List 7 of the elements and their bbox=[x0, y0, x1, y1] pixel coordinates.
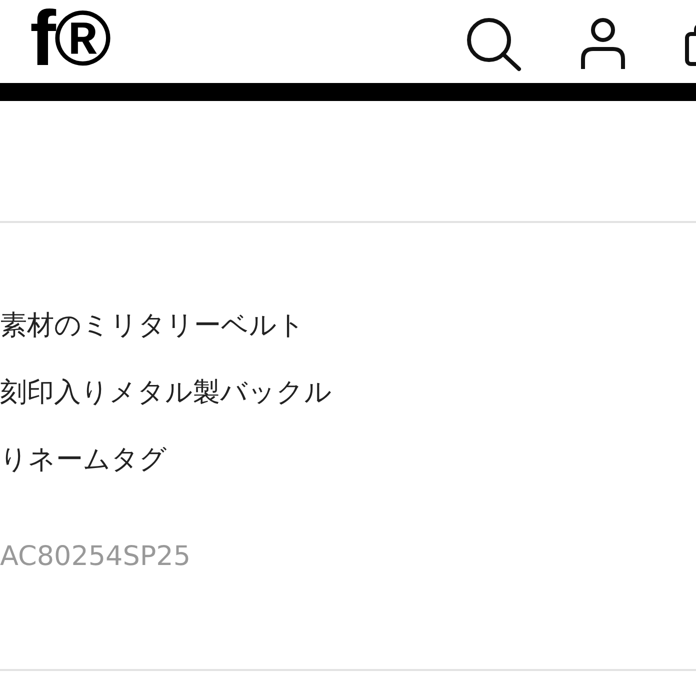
product-code: AC80254SP25 bbox=[0, 541, 192, 572]
brand-logo[interactable]: f® bbox=[30, 0, 110, 76]
feature-text: 素材のミリタリーベルト bbox=[0, 311, 306, 341]
feature-text: りネームタグ bbox=[0, 445, 168, 475]
person-icon[interactable] bbox=[579, 16, 627, 70]
search-icon[interactable] bbox=[465, 16, 523, 72]
feature-text: 刻印入りメタル製バックル bbox=[0, 378, 333, 408]
